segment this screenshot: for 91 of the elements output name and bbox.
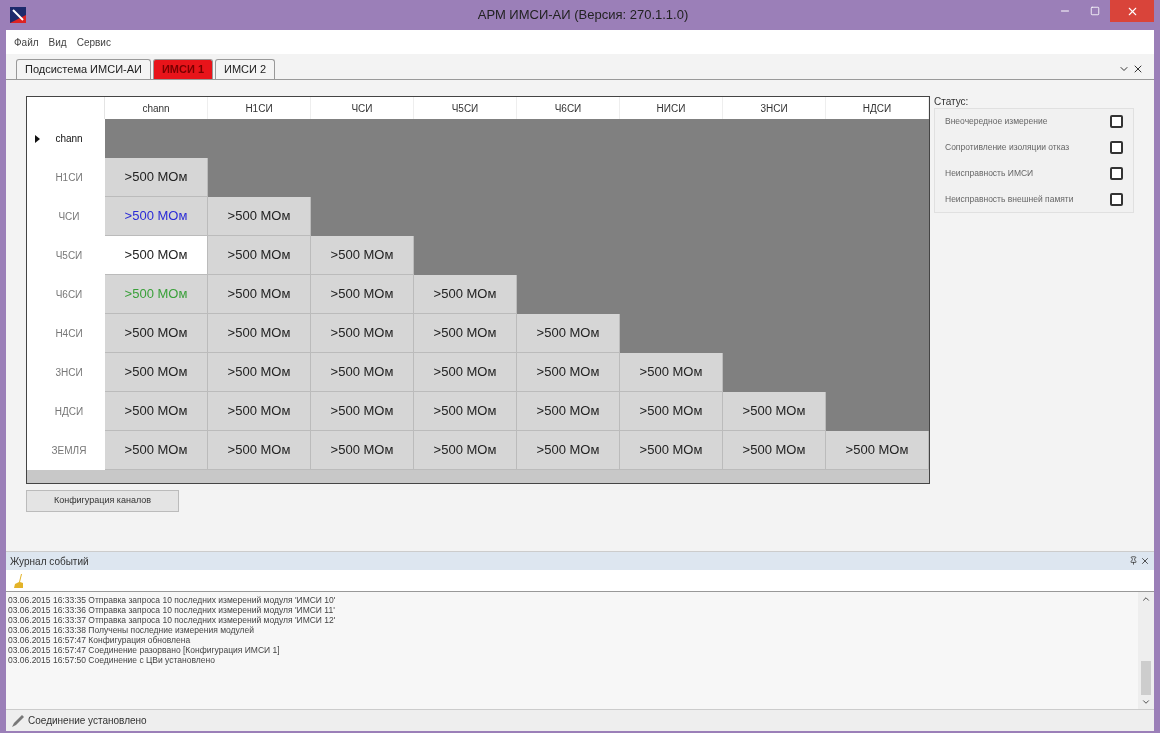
row-label: Н4СИ [54,327,84,341]
table-cell: >500 МОм [105,314,208,353]
table-cell: >500 МОм [105,236,208,275]
scroll-thumb[interactable] [1141,661,1151,695]
table-cell: >500 МОм [105,197,208,236]
log-line: 03.06.2015 16:33:38 Получены последние измерения модулей [8,625,256,635]
checkbox[interactable] [1110,141,1123,154]
row-label: НДСИ [53,405,85,419]
table-cell: >500 МОм [414,431,517,470]
status-label: Сопротивление изоляции отказ [945,141,1070,154]
menu-item[interactable]: Вид [48,34,67,50]
menu-item[interactable]: Сервис [76,34,111,50]
status-text: Соединение установлено [28,714,147,728]
table-cell: >500 МОм [208,431,311,470]
table-cell: >500 МОм [414,353,517,392]
table-cell: >500 МОм [208,275,311,314]
table-cell: >500 МОм [311,431,414,470]
row-label: ЧСИ [57,210,81,224]
log-line: 03.06.2015 16:57:50 Соединение с ЦВи установлено [8,655,216,665]
table-cell: >500 МОм [517,392,620,431]
table-cell: >500 МОм [105,158,208,197]
column-header: Ч6СИ [517,97,620,119]
table-cell: >500 МОм [105,431,208,470]
table-cell: >500 МОм [620,392,723,431]
column-header: НДСИ [826,97,929,119]
table-cell: >500 МОм [208,236,311,275]
table-cell: >500 МОм [826,431,929,470]
table-cell: >500 МОм [414,392,517,431]
horizontal-scrollbar[interactable] [27,470,929,483]
close-icon[interactable] [1132,63,1144,75]
table-cell: >500 МОм [105,392,208,431]
row-label: Ч6СИ [54,288,84,302]
current-row-icon [35,134,40,143]
table-cell: >500 МОм [208,314,311,353]
config-button[interactable]: Конфигурация каналов [26,490,179,512]
journal-title: Журнал событий [10,554,89,569]
menu-item[interactable]: Файл [14,34,39,50]
checkbox[interactable] [1110,115,1123,128]
checkbox[interactable] [1110,193,1123,206]
log-line: 03.06.2015 16:33:37 Отправка запроса 10 последних измерений модуля 'ИМСИ 12' [8,615,337,625]
table-cell: >500 МОм [311,236,414,275]
table-cell: >500 МОм [414,314,517,353]
table-cell: >500 МОм [620,353,723,392]
status-label: Внеочередное измерение [945,115,1048,128]
table-cell: >500 МОм [517,431,620,470]
scrollbar[interactable] [1138,592,1154,709]
panel-title: Статус: [934,96,970,108]
table-cell: >500 МОм [311,314,414,353]
status-label: Неисправность ИМСИ [945,167,1034,180]
maximize-icon [1090,6,1100,16]
pin-icon[interactable] [1129,556,1138,565]
tab[interactable]: Подсистема ИМСИ-АИ [16,59,151,79]
table-cell: >500 МОм [208,392,311,431]
row-label: Ч5СИ [54,249,84,263]
table-cell: >500 МОм [723,392,826,431]
column-header: chann [105,97,208,119]
table-cell: >500 МОм [105,275,208,314]
log-line: 03.06.2015 16:33:35 Отправка запроса 10 последних измерений модуля 'ИМСИ 10' [8,595,337,605]
column-header: 3НСИ [723,97,826,119]
window-title: АРМ ИМСИ-АИ (Версия: 270.1.1.0) [477,6,689,25]
table-cell: >500 МОм [105,353,208,392]
log-line: 03.06.2015 16:33:36 Отправка запроса 10 последних измерений модуля 'ИМСИ 11' [8,605,336,615]
table-cell: >500 МОм [311,353,414,392]
column-header: Ч5СИ [414,97,517,119]
row-label: ЗЕМЛЯ [50,444,88,458]
column-header: НИСИ [620,97,723,119]
row-label: 3НСИ [54,366,84,380]
pen-icon [12,714,24,727]
table-cell: >500 МОм [208,197,311,236]
table-cell: >500 МОм [517,353,620,392]
table-cell: >500 МОм [208,353,311,392]
table-cell: >500 МОм [414,275,517,314]
log-line: 03.06.2015 16:57:47 Соединение разорвано [Конфигурация ИМСИ 1] [8,645,281,655]
table-cell: >500 МОм [723,431,826,470]
table-cell: >500 МОм [311,392,414,431]
app-logo-icon [10,7,26,23]
scroll-up-icon[interactable] [1141,594,1151,604]
column-header: Н1СИ [208,97,311,119]
status-label: Неисправность внешней памяти [945,193,1074,206]
column-header: ЧСИ [311,97,414,119]
checkbox[interactable] [1110,167,1123,180]
table-cell: >500 МОм [517,314,620,353]
table-cell: >500 МОм [620,431,723,470]
row-label: Н1СИ [54,171,84,185]
scroll-down-icon[interactable] [1141,697,1151,707]
close-icon[interactable] [1140,556,1150,566]
log-line: 03.06.2015 16:57:47 Конфигурация обновлена [8,635,192,645]
broom-icon[interactable] [14,573,24,588]
tab[interactable]: ИМСИ 2 [215,59,276,79]
row-label: chann [54,132,84,146]
table-cell: >500 МОм [311,275,414,314]
